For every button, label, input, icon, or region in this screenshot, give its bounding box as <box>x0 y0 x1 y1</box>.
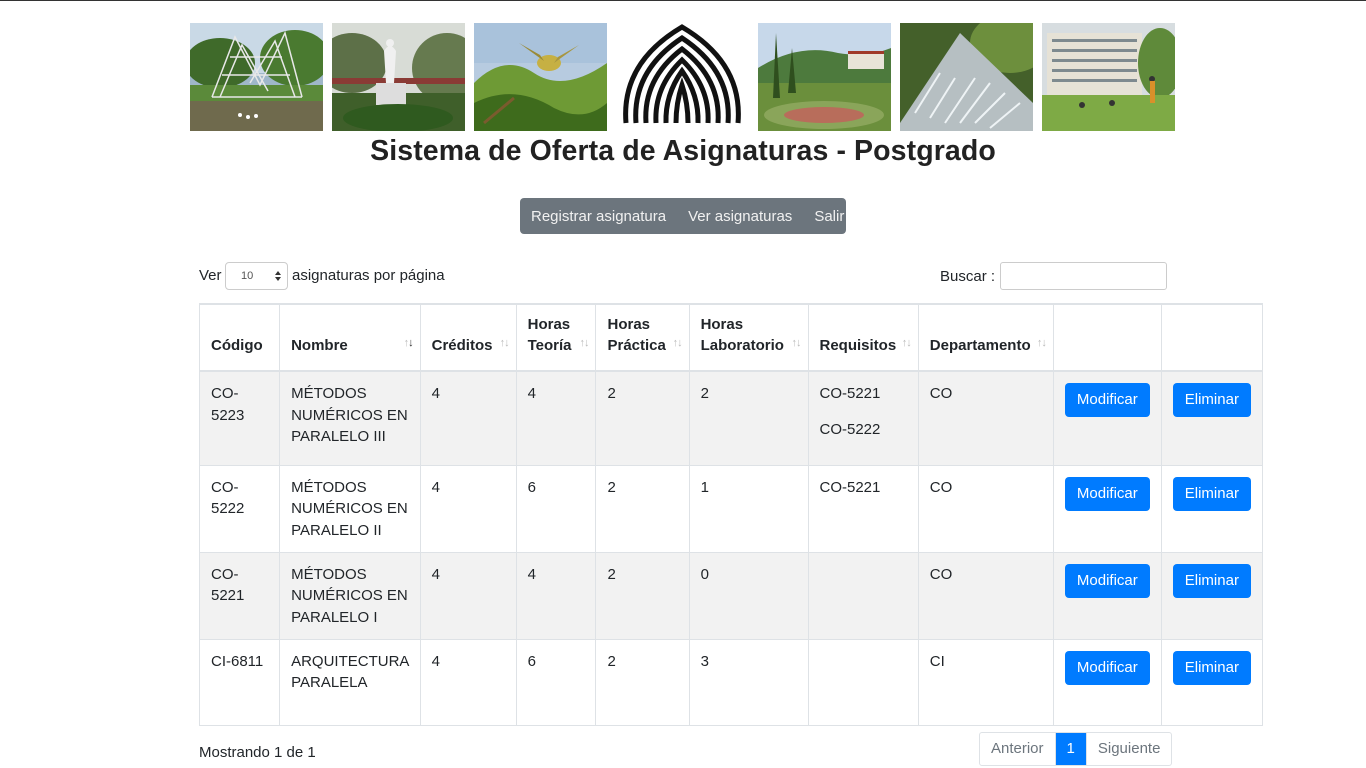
waterfall-fountain-photo <box>900 23 1033 131</box>
cell-nombre: MÉTODOS NUMÉRICOS EN PARALELO II <box>279 464 421 553</box>
delete-button[interactable]: Eliminar <box>1172 383 1251 417</box>
table-row: CO-5223 MÉTODOS NUMÉRICOS EN PARALELO II… <box>198 370 1264 466</box>
table-info: Mostrando 1 de 1 <box>199 744 316 761</box>
cell-horas-teoria: 4 <box>515 551 597 640</box>
nav-ver-asignaturas[interactable]: Ver asignaturas <box>677 208 803 225</box>
delete-button[interactable]: Eliminar <box>1172 650 1251 685</box>
sort-icon: ↑↓ <box>791 337 802 349</box>
pagination-page-1[interactable]: 1 <box>1054 733 1086 765</box>
cell-departamento: CO <box>917 551 1054 640</box>
cell-horas-practica: 2 <box>595 464 690 553</box>
main-nav: Registrar asignatura Ver asignaturas Sal… <box>520 198 846 234</box>
col-header-horas-teoria[interactable]: Horas Teoría ↑↓ <box>515 303 597 372</box>
col-header-modify <box>1052 303 1162 372</box>
cell-modify: Modificar <box>1052 551 1162 640</box>
page-title: Sistema de Oferta de Asignaturas - Postg… <box>370 135 996 167</box>
modify-button[interactable]: Modificar <box>1064 563 1150 598</box>
cell-creditos: 4 <box>419 370 517 466</box>
cell-modify: Modificar <box>1052 464 1162 553</box>
col-header-nombre[interactable]: Nombre ↑↓ <box>279 303 421 372</box>
cell-horas-laboratorio: 3 <box>688 638 809 726</box>
cell-requisitos <box>807 638 919 726</box>
table-row: CO-5222 MÉTODOS NUMÉRICOS EN PARALELO II… <box>198 464 1264 553</box>
cell-delete: Eliminar <box>1160 370 1264 466</box>
cell-creditos: 4 <box>419 551 517 640</box>
col-header-requisitos[interactable]: Requisitos ↑↓ <box>807 303 919 372</box>
cell-nombre: MÉTODOS NUMÉRICOS EN PARALELO III <box>279 370 421 466</box>
cell-nombre: ARQUITECTURA PARALELA <box>279 638 421 726</box>
cell-delete: Eliminar <box>1160 551 1264 640</box>
nav-salir[interactable]: Salir <box>803 208 855 225</box>
cell-codigo: CO-5223 <box>198 370 281 466</box>
col-header-codigo: Código <box>198 303 281 372</box>
col-header-creditos[interactable]: Créditos ↑↓ <box>419 303 517 372</box>
cell-delete: Eliminar <box>1160 464 1264 553</box>
sort-icon: ↑↓ <box>579 337 589 349</box>
requisito-item: CO-5221 <box>819 478 881 496</box>
building-lawn-photo <box>1042 23 1175 131</box>
cell-horas-teoria: 4 <box>515 370 597 466</box>
cell-nombre: MÉTODOS NUMÉRICOS EN PARALELO I <box>279 551 421 640</box>
cell-requisitos: CO-5221 <box>807 464 919 553</box>
modify-button[interactable]: Modificar <box>1064 476 1150 511</box>
campus-gardens-photo <box>758 23 891 131</box>
sort-icon: ↑↓ <box>499 337 510 349</box>
cell-creditos: 4 <box>419 638 517 726</box>
cell-requisitos <box>807 551 919 640</box>
statue-photo <box>332 23 465 131</box>
cell-departamento: CI <box>917 638 1054 726</box>
table-row: CI-6811 ARQUITECTURA PARALELA 4 6 2 3 CI… <box>198 638 1264 726</box>
pagination: Anterior 1 Siguiente <box>979 732 1173 766</box>
cell-horas-laboratorio: 2 <box>688 370 809 466</box>
modify-button[interactable]: Modificar <box>1064 650 1150 685</box>
university-logo <box>616 23 749 131</box>
cell-codigo: CO-5221 <box>198 551 281 640</box>
garden-sculpture-photo <box>190 23 323 131</box>
header-banner <box>190 23 1175 132</box>
search-label: Buscar : <box>940 268 996 285</box>
requisito-item: CO-5221 <box>819 385 881 402</box>
delete-button[interactable]: Eliminar <box>1172 563 1251 598</box>
cell-horas-teoria: 6 <box>515 638 597 726</box>
cell-horas-laboratorio: 0 <box>688 551 809 640</box>
nav-registrar-asignatura[interactable]: Registrar asignatura <box>520 208 677 225</box>
delete-button[interactable]: Eliminar <box>1172 476 1251 511</box>
length-suffix-label: asignaturas por página <box>292 267 445 284</box>
cell-departamento: CO <box>917 370 1054 466</box>
sort-icon: ↑↓ <box>1036 337 1047 349</box>
modify-button[interactable]: Modificar <box>1064 383 1150 417</box>
sort-icon: ↑↓ <box>672 337 683 349</box>
table-row: CO-5221 MÉTODOS NUMÉRICOS EN PARALELO I … <box>198 551 1264 640</box>
pagination-next[interactable]: Siguiente <box>1085 733 1172 765</box>
search-input[interactable] <box>1000 262 1167 290</box>
cell-codigo: CI-6811 <box>198 638 281 726</box>
length-prefix-label: Ver <box>199 267 222 284</box>
col-header-delete <box>1160 303 1264 372</box>
cell-horas-practica: 2 <box>595 370 690 466</box>
cell-delete: Eliminar <box>1160 638 1264 726</box>
col-header-departamento[interactable]: Departamento ↑↓ <box>917 303 1054 372</box>
cell-requisitos: CO-5221 CO-5222 <box>807 370 919 466</box>
cell-modify: Modificar <box>1052 370 1162 466</box>
cell-codigo: CO-5222 <box>198 464 281 553</box>
sort-desc-icon: ↑↓ <box>403 337 414 349</box>
col-header-horas-laboratorio[interactable]: Horas Laboratorio ↑↓ <box>688 303 809 372</box>
bird-photo <box>474 23 607 131</box>
cell-horas-teoria: 6 <box>515 464 597 553</box>
col-header-horas-practica[interactable]: Horas Práctica ↑↓ <box>595 303 690 372</box>
cell-modify: Modificar <box>1052 638 1162 726</box>
page-length-value: 10 <box>241 270 254 282</box>
cell-horas-laboratorio: 1 <box>688 464 809 553</box>
cell-departamento: CO <box>917 464 1054 553</box>
pagination-previous[interactable]: Anterior <box>980 733 1055 765</box>
cell-horas-practica: 2 <box>595 551 690 640</box>
requisito-item: CO-5222 <box>819 421 881 438</box>
sort-icon: ↑↓ <box>901 337 912 349</box>
table-header-row: Código Nombre ↑↓ Créditos ↑↓ Horas Teoría ↑… <box>198 303 1264 372</box>
cell-horas-practica: 2 <box>595 638 690 726</box>
page-length-select[interactable]: 10 <box>225 262 288 290</box>
subjects-table: Código Nombre ↑↓ Créditos ↑↓ Horas Teoría ↑… <box>198 303 1264 726</box>
cell-creditos: 4 <box>419 464 517 553</box>
